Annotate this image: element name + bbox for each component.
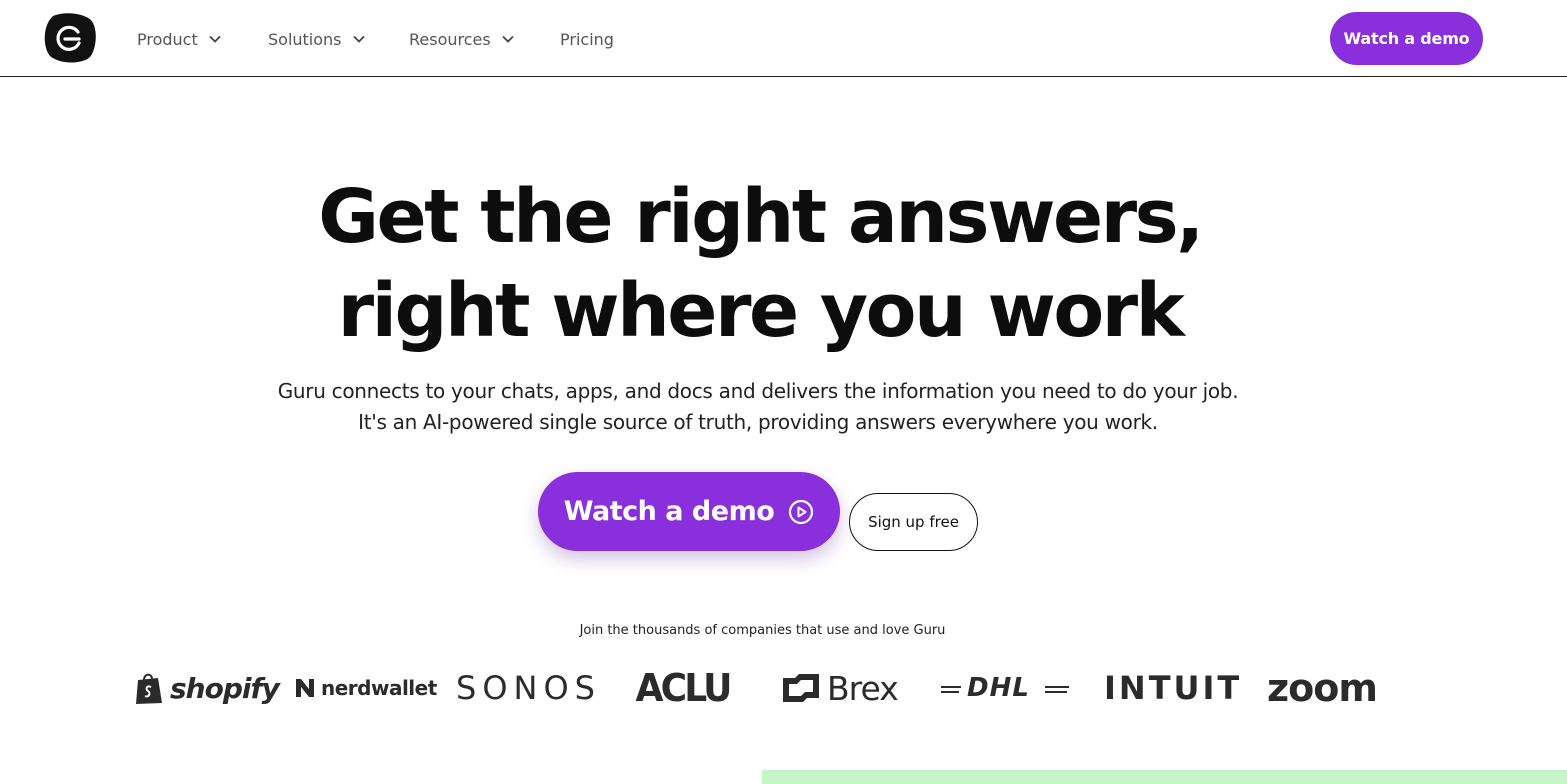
watch-demo-label: Watch a demo — [563, 496, 775, 527]
brex-logo: Brex — [781, 665, 899, 711]
hero-subtitle-line: Guru connects to your chats, apps, and d… — [277, 379, 1239, 403]
nav-item-resources[interactable]: Resources — [409, 28, 515, 50]
sign-up-free-button[interactable]: Sign up free — [849, 493, 978, 551]
shopify-bag-icon — [136, 673, 162, 704]
zoom-logo: zoom — [1267, 666, 1378, 710]
guru-logo-icon[interactable] — [43, 12, 97, 64]
trust-text: Join the thousands of companies that use… — [579, 623, 946, 638]
nav-item-label: Pricing — [560, 29, 614, 49]
intuit-logo: INTUIT — [1104, 669, 1243, 707]
nav-item-solutions[interactable]: Solutions — [268, 28, 366, 50]
chevron-down-icon — [352, 35, 365, 43]
nerdwallet-mark-icon — [296, 679, 314, 697]
nav-watch-demo-button[interactable]: Watch a demo — [1330, 12, 1483, 65]
customer-logos: shopify nerdwallet SONOS ACLU Brex DHL I… — [0, 665, 1567, 715]
hero-subtitle: Guru connects to your chats, apps, and d… — [0, 376, 1516, 438]
dhl-logo: DHL — [941, 665, 1069, 711]
hero-title-line: Get the right answers, — [318, 174, 1204, 260]
shopify-wordmark: shopify — [170, 671, 280, 705]
dhl-wordmark: DHL — [967, 673, 1030, 703]
page: Product Solutions Resources Pricing Watc… — [0, 0, 1567, 784]
nav-item-label: Resources — [409, 29, 491, 49]
chevron-down-icon — [502, 35, 514, 43]
top-nav: Product Solutions Resources Pricing Watc… — [0, 0, 1567, 77]
brex-wordmark: Brex — [827, 668, 899, 708]
hero-subtitle-line: It's an AI-powered single source of trut… — [358, 410, 1158, 434]
nerdwallet-logo: nerdwallet — [294, 665, 437, 711]
hero-title: Get the right answers, right where you w… — [0, 170, 1520, 358]
aclu-logo: ACLU — [635, 666, 732, 710]
brex-mark-icon — [783, 674, 819, 702]
nerdwallet-wordmark: nerdwallet — [321, 676, 437, 700]
hero-title-line: right where you work — [337, 268, 1185, 354]
nav-item-label: Solutions — [268, 29, 342, 49]
play-circle-icon — [789, 499, 814, 524]
chevron-down-icon — [209, 35, 221, 43]
nav-item-label: Product — [137, 29, 198, 49]
sonos-logo: SONOS — [456, 669, 601, 707]
nav-item-pricing[interactable]: Pricing — [560, 28, 614, 50]
shopify-logo: shopify — [134, 665, 280, 711]
watch-demo-button[interactable]: Watch a demo — [538, 472, 840, 551]
green-section-edge — [762, 770, 1567, 784]
nav-item-product[interactable]: Product — [137, 28, 222, 50]
